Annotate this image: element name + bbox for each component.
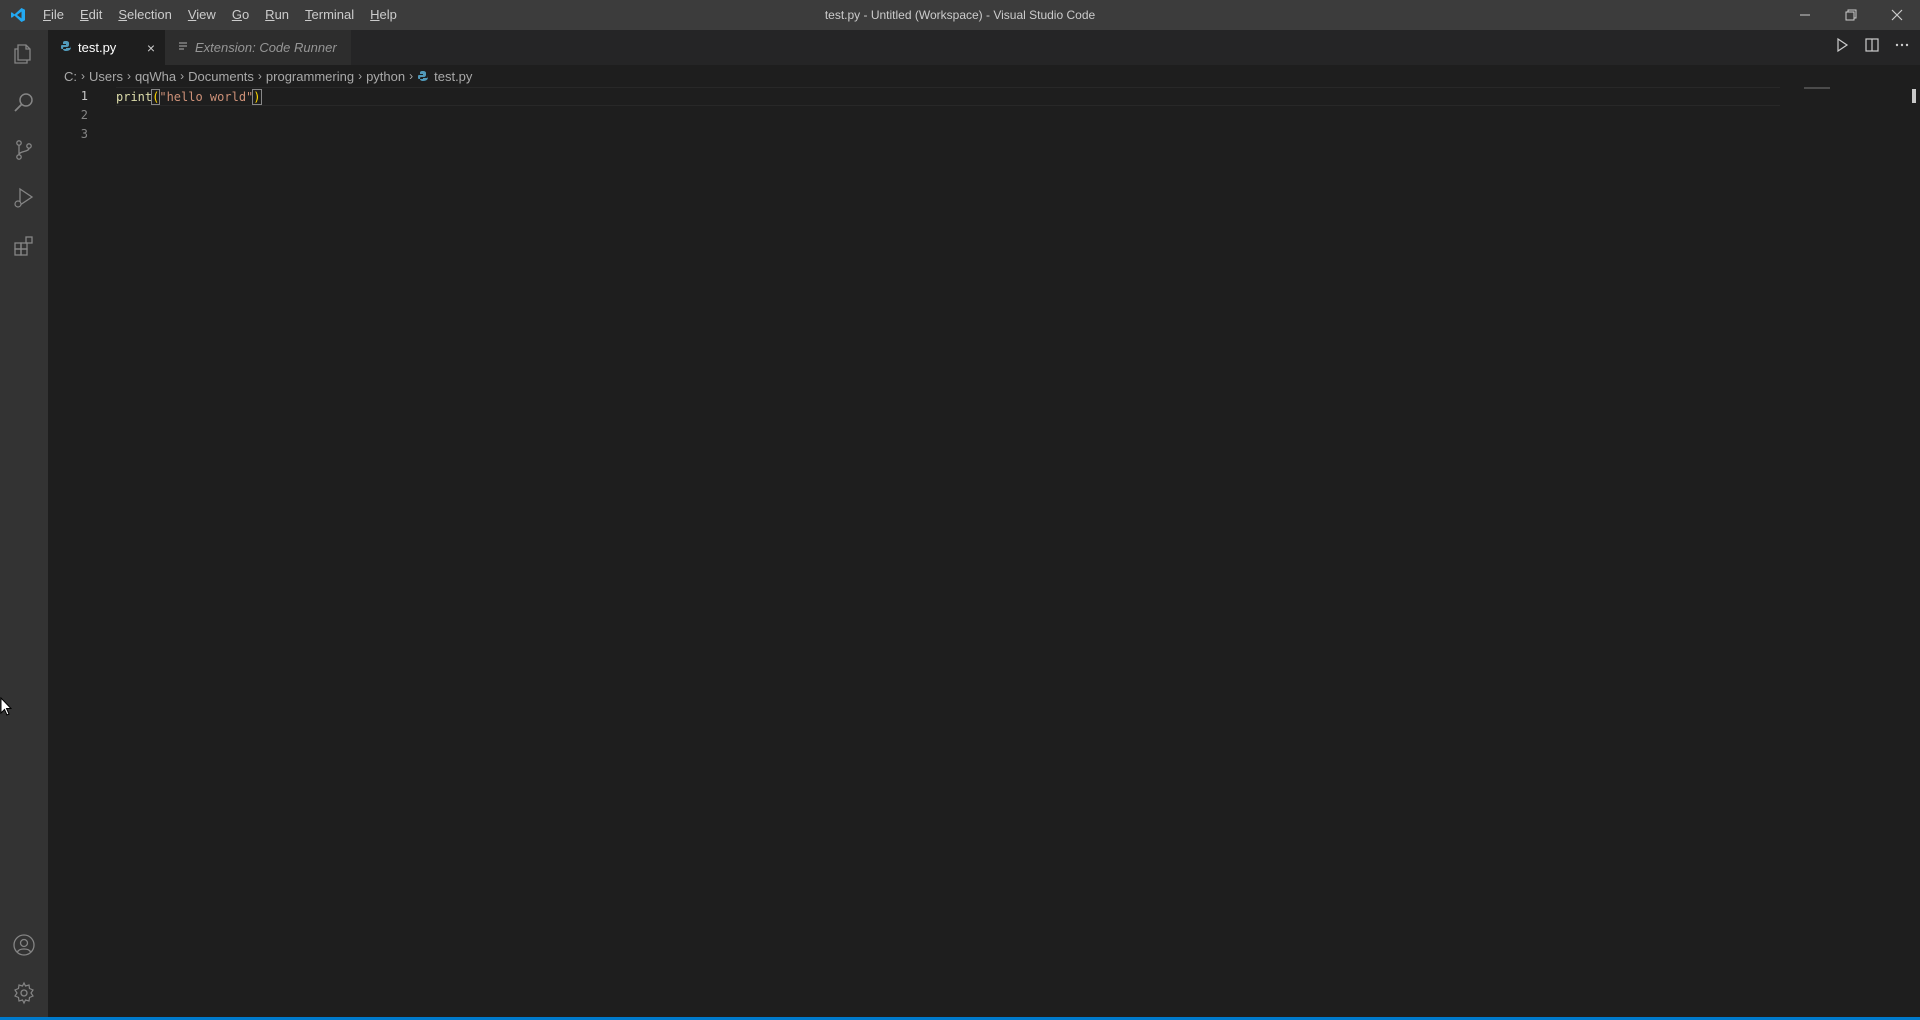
search-icon[interactable] [0,78,48,126]
breadcrumb-item-users[interactable]: Users [89,69,123,84]
close-icon [1891,9,1903,21]
line-number: 1 [80,89,88,103]
tab-label: Extension: Code Runner [195,40,337,55]
breadcrumb-separator: › [358,69,363,83]
breadcrumb-separator: › [81,69,85,83]
menu-help[interactable]: Help [362,0,405,30]
editor-scrollbar[interactable] [1906,87,1920,1017]
scrollbar-cursor-marker [1912,89,1916,103]
run-debug-icon[interactable] [0,174,48,222]
vscode-logo-icon [0,0,35,30]
tab-test-py[interactable]: test.py × [48,30,165,65]
menu-selection[interactable]: Selection [110,0,179,30]
code-function-token: print [116,90,153,104]
line-number: 2 [80,108,88,122]
split-editor-icon[interactable] [1864,37,1880,58]
breadcrumb-file-label: test.py [434,68,473,84]
breadcrumb-item-python[interactable]: python [366,69,405,84]
restore-icon [1845,9,1857,21]
breadcrumb-separator: › [180,69,185,83]
source-control-icon[interactable] [0,126,48,174]
menu-run[interactable]: Run [257,0,297,30]
more-actions-icon[interactable] [1894,37,1910,58]
breadcrumb-separator: › [126,69,131,83]
python-file-icon [417,70,429,82]
restore-button[interactable] [1828,0,1874,30]
breadcrumb-item-documents[interactable]: Documents [188,69,254,84]
breadcrumb-item-qqwha[interactable]: qqWha [135,69,176,84]
minimap[interactable] [1792,87,1902,1017]
minimize-icon [1800,14,1810,16]
explorer-icon[interactable] [0,30,48,78]
code-paren-token: ) [252,89,262,105]
close-window-button[interactable] [1874,0,1920,30]
code-line[interactable] [116,125,1780,144]
line-number-gutter: 1 2 3 [48,87,108,144]
close-tab-button[interactable]: × [147,40,155,56]
settings-gear-icon[interactable] [0,969,48,1017]
breadcrumb-separator: › [409,69,414,83]
breadcrumb-item-programmering[interactable]: programmering [266,69,354,84]
run-icon[interactable] [1834,37,1850,58]
title-bar: File Edit Selection View Go Run Terminal… [0,0,1920,30]
editor-tabs: test.py × Extension: Code Runner [48,30,1920,65]
breadcrumb-separator: › [257,69,262,83]
mouse-pointer-icon [0,696,13,717]
breadcrumb-item-drive[interactable]: C: [64,69,77,84]
minimap-line [1804,87,1830,89]
menu-terminal[interactable]: Terminal [297,0,362,30]
minimize-button[interactable] [1782,0,1828,30]
menu-view[interactable]: View [180,0,224,30]
extension-doc-icon [177,40,189,55]
code-line[interactable]: print("hello world") [116,87,1780,106]
code-string-token: "hello world" [159,90,254,104]
tab-extension-code-runner[interactable]: Extension: Code Runner [165,30,351,65]
activity-bar [0,30,48,1017]
editor-actions [1834,30,1910,65]
account-icon[interactable] [0,921,48,969]
python-file-icon [60,40,72,55]
tab-label: test.py [78,40,117,55]
breadcrumb-item-file[interactable]: test.py [417,69,472,84]
menu-file[interactable]: File [35,0,72,30]
window-controls [1782,0,1920,30]
menu-go[interactable]: Go [224,0,257,30]
code-line[interactable] [116,106,1780,125]
menu-bar: File Edit Selection View Go Run Terminal… [35,0,405,30]
extensions-icon[interactable] [0,222,48,270]
code-area[interactable]: print("hello world") [116,87,1780,144]
breadcrumb: C: › Users › qqWha › Documents › program… [48,65,1920,87]
line-number: 3 [80,127,88,141]
code-editor[interactable]: 1 2 3 print("hello world") [48,87,1920,1017]
menu-edit[interactable]: Edit [72,0,110,30]
